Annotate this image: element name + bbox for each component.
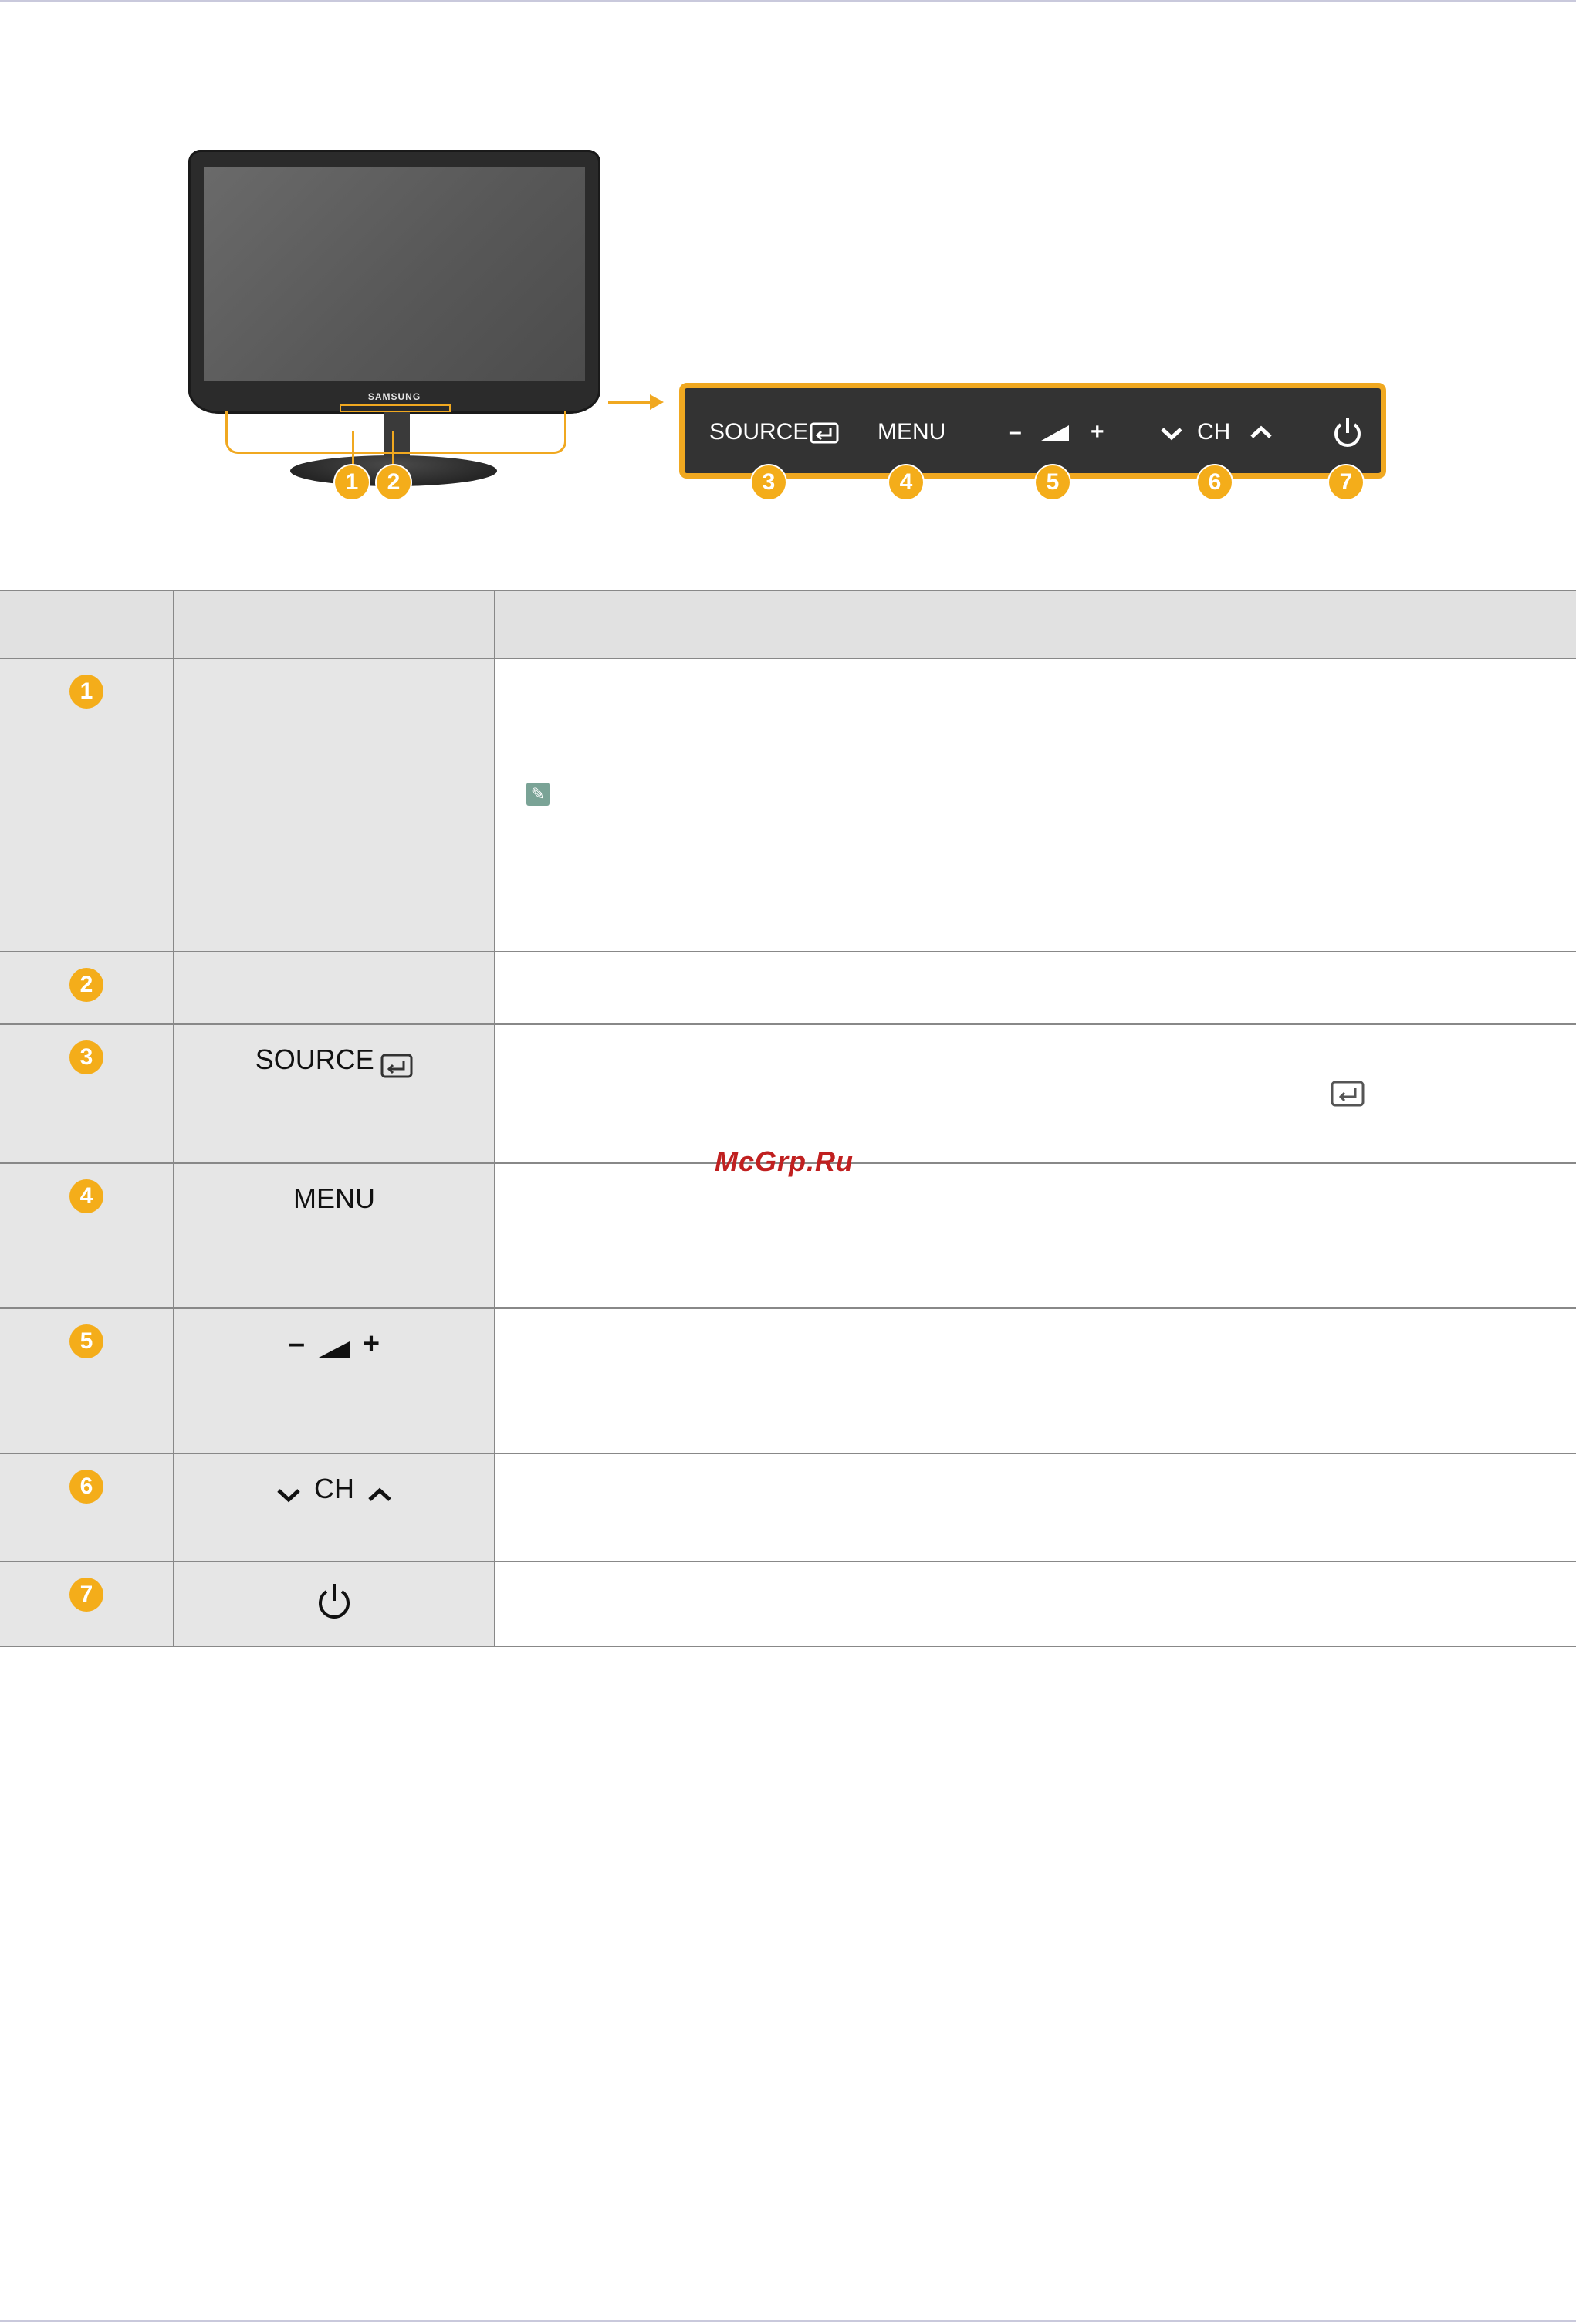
panel-ch-label: CH: [1197, 419, 1231, 445]
row-label-cell: [173, 1561, 495, 1647]
row-number-cell: 7: [0, 1561, 174, 1647]
panel-menu-label: MENU: [878, 419, 946, 445]
vol-minus-label: –: [288, 1328, 306, 1360]
row-description-cell: ✎: [494, 658, 1576, 952]
row-number-cell: 4: [0, 1162, 174, 1309]
note-pencil-icon: ✎: [526, 783, 550, 806]
diagram-badge-1: 1: [335, 465, 369, 499]
row-badge-1: 1: [69, 675, 103, 709]
monitor-screen: [204, 167, 585, 381]
table-header-cell-3: [494, 590, 1576, 659]
diagram-badge-5: 5: [1036, 465, 1070, 499]
row-description-cell: [494, 1561, 1576, 1647]
table-row: 5 – +: [0, 1307, 1576, 1454]
diagram-badge-4: 4: [889, 465, 923, 499]
row-description-cell: [494, 1162, 1576, 1309]
diagram-badge-3: 3: [752, 465, 786, 499]
volume-wedge-icon: [1041, 425, 1069, 441]
table-row: 6 CH: [0, 1453, 1576, 1562]
row-description-cell: [494, 1307, 1576, 1454]
panel-source-label: SOURCE: [709, 419, 809, 445]
row-badge-5: 5: [69, 1324, 103, 1358]
diagram-badge-2: 2: [377, 465, 411, 499]
table-header-cell-1: [0, 590, 174, 659]
table-row: 7: [0, 1561, 1576, 1647]
row-label-cell: MENU: [173, 1162, 495, 1309]
callout-connector-2: [392, 431, 394, 469]
row-badge-6: 6: [69, 1470, 103, 1504]
row-number-cell: 2: [0, 951, 174, 1025]
volume-wedge-icon: [317, 1341, 350, 1358]
table-row: 3 SOURCE: [0, 1023, 1576, 1164]
input-source-icon: [1331, 1081, 1365, 1107]
buttons-table: 1 ✎ 2 3 SOURCE 4 MENU 5 – + 6 CH 7: [0, 590, 1576, 1647]
source-label: SOURCE: [255, 1044, 374, 1075]
table-row: 1 ✎: [0, 658, 1576, 952]
top-rule: [0, 0, 1576, 2]
vol-plus-label: +: [362, 1328, 380, 1360]
row-label-cell: – +: [173, 1307, 495, 1454]
control-panel-zoom: SOURCE MENU – + CH: [679, 383, 1386, 479]
row-description-cell: [494, 1023, 1576, 1164]
chevron-up-icon: [1250, 425, 1272, 438]
row-badge-4: 4: [69, 1179, 103, 1213]
row-label-cell: [173, 951, 495, 1025]
row-label-cell: SOURCE: [173, 1023, 495, 1164]
panel-vol-plus: +: [1091, 419, 1104, 445]
monitor-illustration: SAMSUNG: [188, 150, 600, 414]
row-description-cell: [494, 1453, 1576, 1562]
enter-icon: [810, 422, 839, 444]
chevron-down-icon: [1161, 428, 1182, 441]
row-number-cell: 1: [0, 658, 174, 952]
row-number-cell: 6: [0, 1453, 174, 1562]
table-header-row: [0, 590, 1576, 659]
chevron-up-icon: [368, 1487, 392, 1501]
menu-label: MENU: [293, 1182, 375, 1214]
zoom-arrow-head: [650, 394, 664, 410]
diagram-badge-7: 7: [1329, 465, 1363, 499]
row-description-cell: [494, 951, 1576, 1025]
power-icon: [319, 1584, 350, 1619]
watermark-text: McGrp.Ru: [715, 1145, 854, 1177]
bottom-rule: [0, 2320, 1576, 2322]
zoom-arrow-line: [608, 401, 653, 404]
table-row: 2: [0, 951, 1576, 1025]
table-row: 4 MENU: [0, 1162, 1576, 1309]
enter-icon: [380, 1054, 413, 1078]
row-number-cell: 3: [0, 1023, 174, 1164]
monitor-brand-logo: SAMSUNG: [367, 391, 421, 402]
ch-label: CH: [314, 1473, 354, 1504]
table-header-cell-2: [173, 590, 495, 659]
panel-vol-minus: –: [1009, 419, 1022, 445]
power-icon: [1334, 418, 1361, 447]
row-badge-2: 2: [69, 968, 103, 1002]
callout-bracket: [225, 411, 566, 454]
chevron-down-icon: [276, 1488, 300, 1503]
row-badge-3: 3: [69, 1040, 103, 1074]
row-label-cell: CH: [173, 1453, 495, 1562]
callout-connector-1: [352, 431, 354, 469]
diagram-badge-6: 6: [1198, 465, 1232, 499]
row-number-cell: 5: [0, 1307, 174, 1454]
row-label-cell: [173, 658, 495, 952]
row-badge-7: 7: [69, 1578, 103, 1612]
